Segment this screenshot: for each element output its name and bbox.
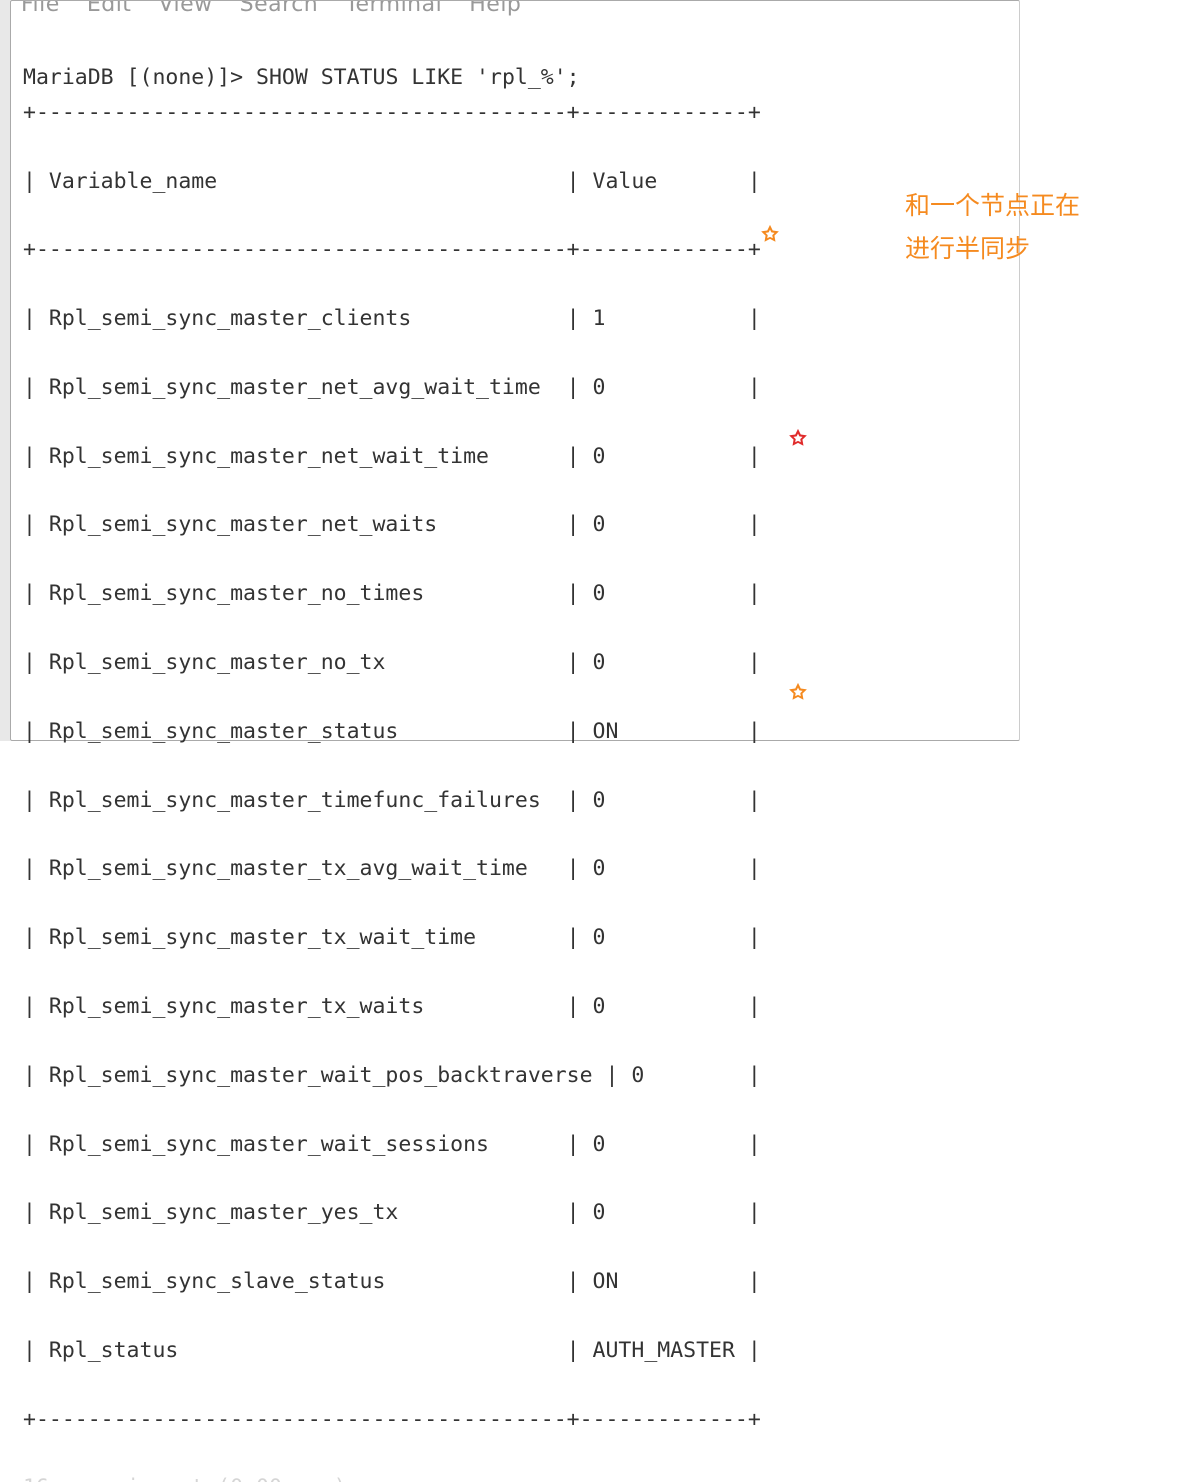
table-row: | Rpl_semi_sync_master_tx_avg_wait_time … xyxy=(23,852,1007,886)
table-row: | Rpl_status | AUTH_MASTER | xyxy=(23,1334,1007,1368)
table-row: | Rpl_semi_sync_master_yes_tx | 0 | xyxy=(23,1196,1007,1230)
menu-terminal[interactable]: Terminal xyxy=(345,1,442,17)
table-row: | Rpl_semi_sync_master_no_tx | 0 | xyxy=(23,646,1007,680)
menu-file[interactable]: File xyxy=(21,1,60,17)
table-row: | Rpl_semi_sync_master_net_wait_time | 0… xyxy=(23,440,1007,474)
terminal-output[interactable]: MariaDB [(none)]> SHOW STATUS LIKE 'rpl_… xyxy=(11,19,1019,1482)
menu-help[interactable]: Help xyxy=(469,1,521,17)
table-row: | Rpl_semi_sync_master_tx_wait_time | 0 … xyxy=(23,921,1007,955)
table-row: | Rpl_semi_sync_master_no_times | 0 | xyxy=(23,577,1007,611)
menu-search[interactable]: Search xyxy=(240,1,319,17)
table-row: | Rpl_semi_sync_master_clients | 1 | xyxy=(23,302,1007,336)
table-row: | Rpl_semi_sync_master_net_avg_wait_time… xyxy=(23,371,1007,405)
menu-view[interactable]: View xyxy=(158,1,212,17)
table-row: | Rpl_semi_sync_master_timefunc_failures… xyxy=(23,784,1007,818)
table-header-row: | Variable_name | Value | xyxy=(23,165,1007,199)
prompt-line: MariaDB [(none)]> SHOW STATUS LIKE 'rpl_… xyxy=(23,65,580,90)
table-row: | Rpl_semi_sync_slave_status | ON | xyxy=(23,1265,1007,1299)
table-row: | Rpl_semi_sync_master_wait_pos_backtrav… xyxy=(23,1059,1007,1093)
table-row: | Rpl_semi_sync_master_net_waits | 0 | xyxy=(23,508,1007,542)
table-top-border: +---------------------------------------… xyxy=(23,96,1007,130)
db-prompt: MariaDB [(none)]> xyxy=(23,65,256,90)
terminal-window[interactable]: File Edit View Search Terminal Help Mari… xyxy=(10,0,1020,741)
left-gutter xyxy=(0,0,10,741)
annotation-text: 和一个节点正在 进行半同步 xyxy=(905,183,1165,268)
table-bottom-border: +---------------------------------------… xyxy=(23,1403,1007,1437)
sql-command: SHOW STATUS LIKE 'rpl_%'; xyxy=(256,65,580,90)
rows-summary: 16 rows in set (0.00 sec) xyxy=(23,1471,1007,1482)
annotation-line1: 和一个节点正在 xyxy=(905,183,1165,226)
table-row: | Rpl_semi_sync_master_wait_sessions | 0… xyxy=(23,1128,1007,1162)
menu-bar: File Edit View Search Terminal Help xyxy=(11,1,1019,19)
table-row: | Rpl_semi_sync_master_tx_waits | 0 | xyxy=(23,990,1007,1024)
table-header-border: +---------------------------------------… xyxy=(23,233,1007,267)
menu-edit[interactable]: Edit xyxy=(87,1,132,17)
table-row: | Rpl_semi_sync_master_status | ON | xyxy=(23,715,1007,749)
annotation-line2: 进行半同步 xyxy=(905,226,1165,269)
